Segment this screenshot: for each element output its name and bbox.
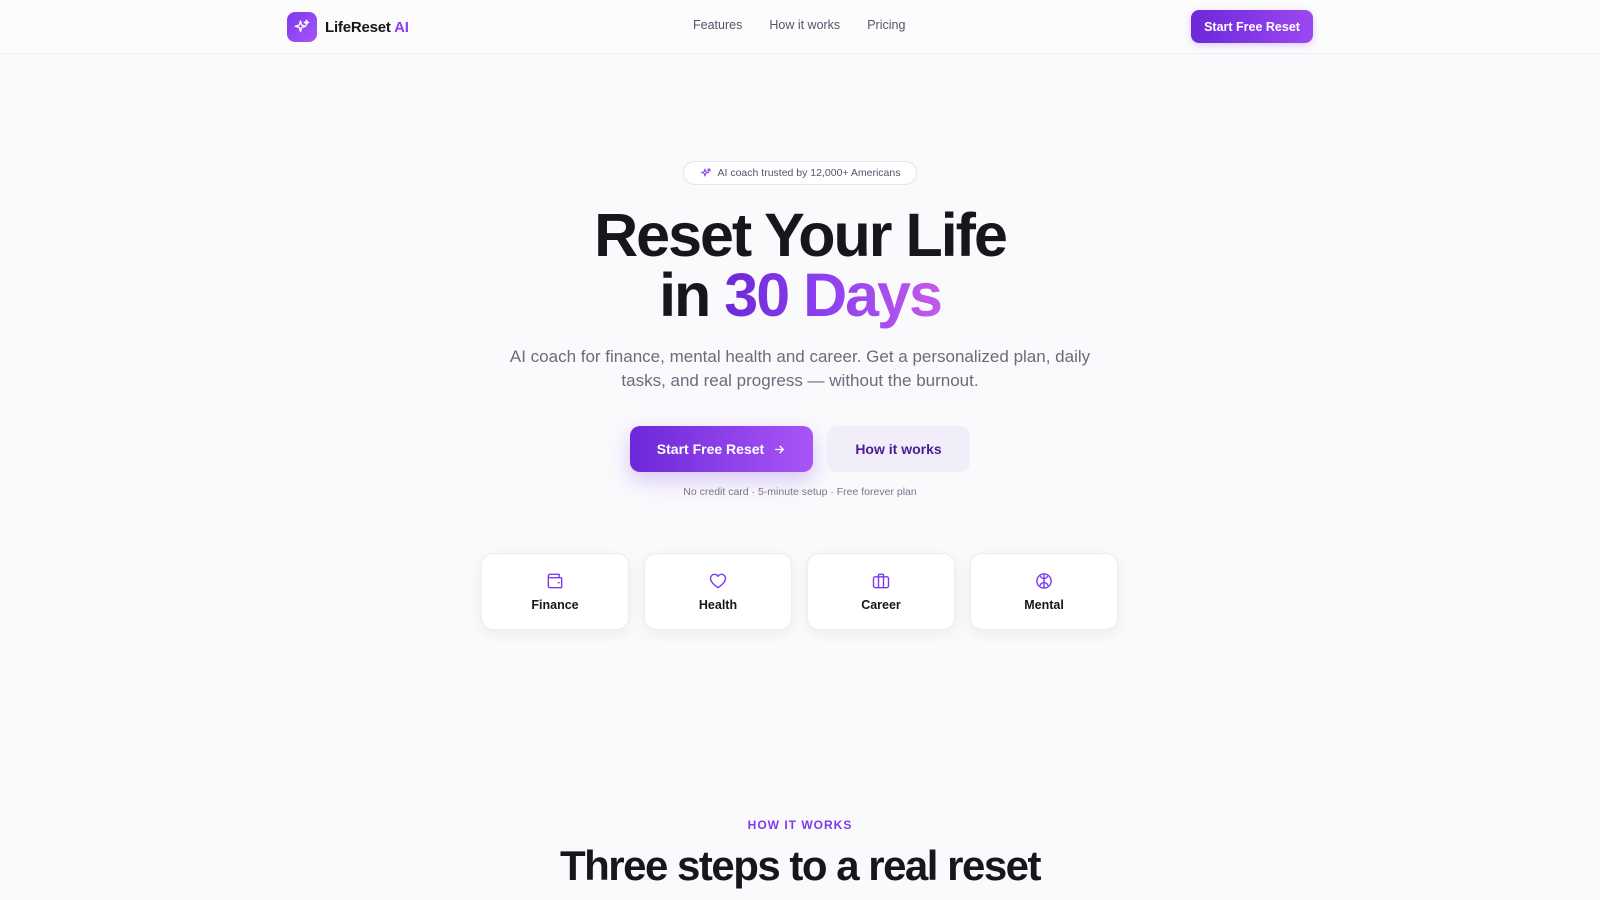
nav-start-free-reset-button[interactable]: Start Free Reset: [1191, 10, 1313, 43]
category-cards: Finance Health Career Mental: [481, 553, 1118, 630]
nav-links: Features How it works Pricing: [693, 18, 905, 32]
heart-icon: [709, 573, 727, 589]
trust-badge: AI coach trusted by 12,000+ Americans: [683, 161, 917, 185]
sparkles-icon: [287, 12, 317, 42]
hero-subheadline: AI coach for finance, mental health and …: [509, 347, 1091, 390]
top-navbar: LifeReset AI Features How it works Prici…: [0, 0, 1600, 54]
brand-suffix: AI: [394, 18, 409, 36]
hero-start-free-reset-button[interactable]: Start Free Reset: [630, 426, 813, 472]
hero-headline: Reset Your Life in 30 Days: [0, 205, 1600, 326]
category-label-finance: Finance: [531, 598, 579, 612]
category-label-mental: Mental: [1024, 598, 1064, 612]
how-it-works-title: Three steps to a real reset: [559, 842, 1042, 889]
category-card-career[interactable]: Career: [807, 553, 955, 630]
brand-logo[interactable]: LifeReset AI: [287, 12, 409, 42]
trust-badge-text: AI coach trusted by 12,000+ Americans: [717, 167, 901, 179]
hero-how-it-works-button[interactable]: How it works: [827, 426, 970, 472]
nav-link-how-it-works[interactable]: How it works: [769, 18, 840, 32]
nav-link-features[interactable]: Features: [693, 18, 742, 32]
hero-start-free-reset-label: Start Free Reset: [656, 441, 765, 457]
headline-line-2-prefix: in: [659, 261, 711, 329]
sparkles-icon: [700, 168, 711, 177]
arrow-right-icon: [775, 445, 785, 453]
brain-icon: [1036, 573, 1052, 589]
category-card-mental[interactable]: Mental: [970, 553, 1118, 630]
briefcase-icon: [872, 573, 890, 589]
headline-highlight: 30 Days: [724, 261, 943, 329]
brand-name: LifeReset AI: [325, 19, 409, 36]
how-it-works-eyebrow: HOW IT WORKS: [747, 818, 853, 832]
category-label-health: Health: [698, 598, 738, 612]
category-card-health[interactable]: Health: [644, 553, 792, 630]
wallet-icon: [547, 573, 563, 589]
category-card-finance[interactable]: Finance: [481, 553, 629, 630]
brand-name-text: LifeReset: [325, 18, 391, 36]
headline-line-1: Reset Your Life: [594, 201, 1008, 269]
category-label-career: Career: [861, 598, 901, 612]
nav-link-pricing[interactable]: Pricing: [867, 18, 905, 32]
hero-fineprint: No credit card · 5-minute setup · Free f…: [683, 486, 917, 498]
